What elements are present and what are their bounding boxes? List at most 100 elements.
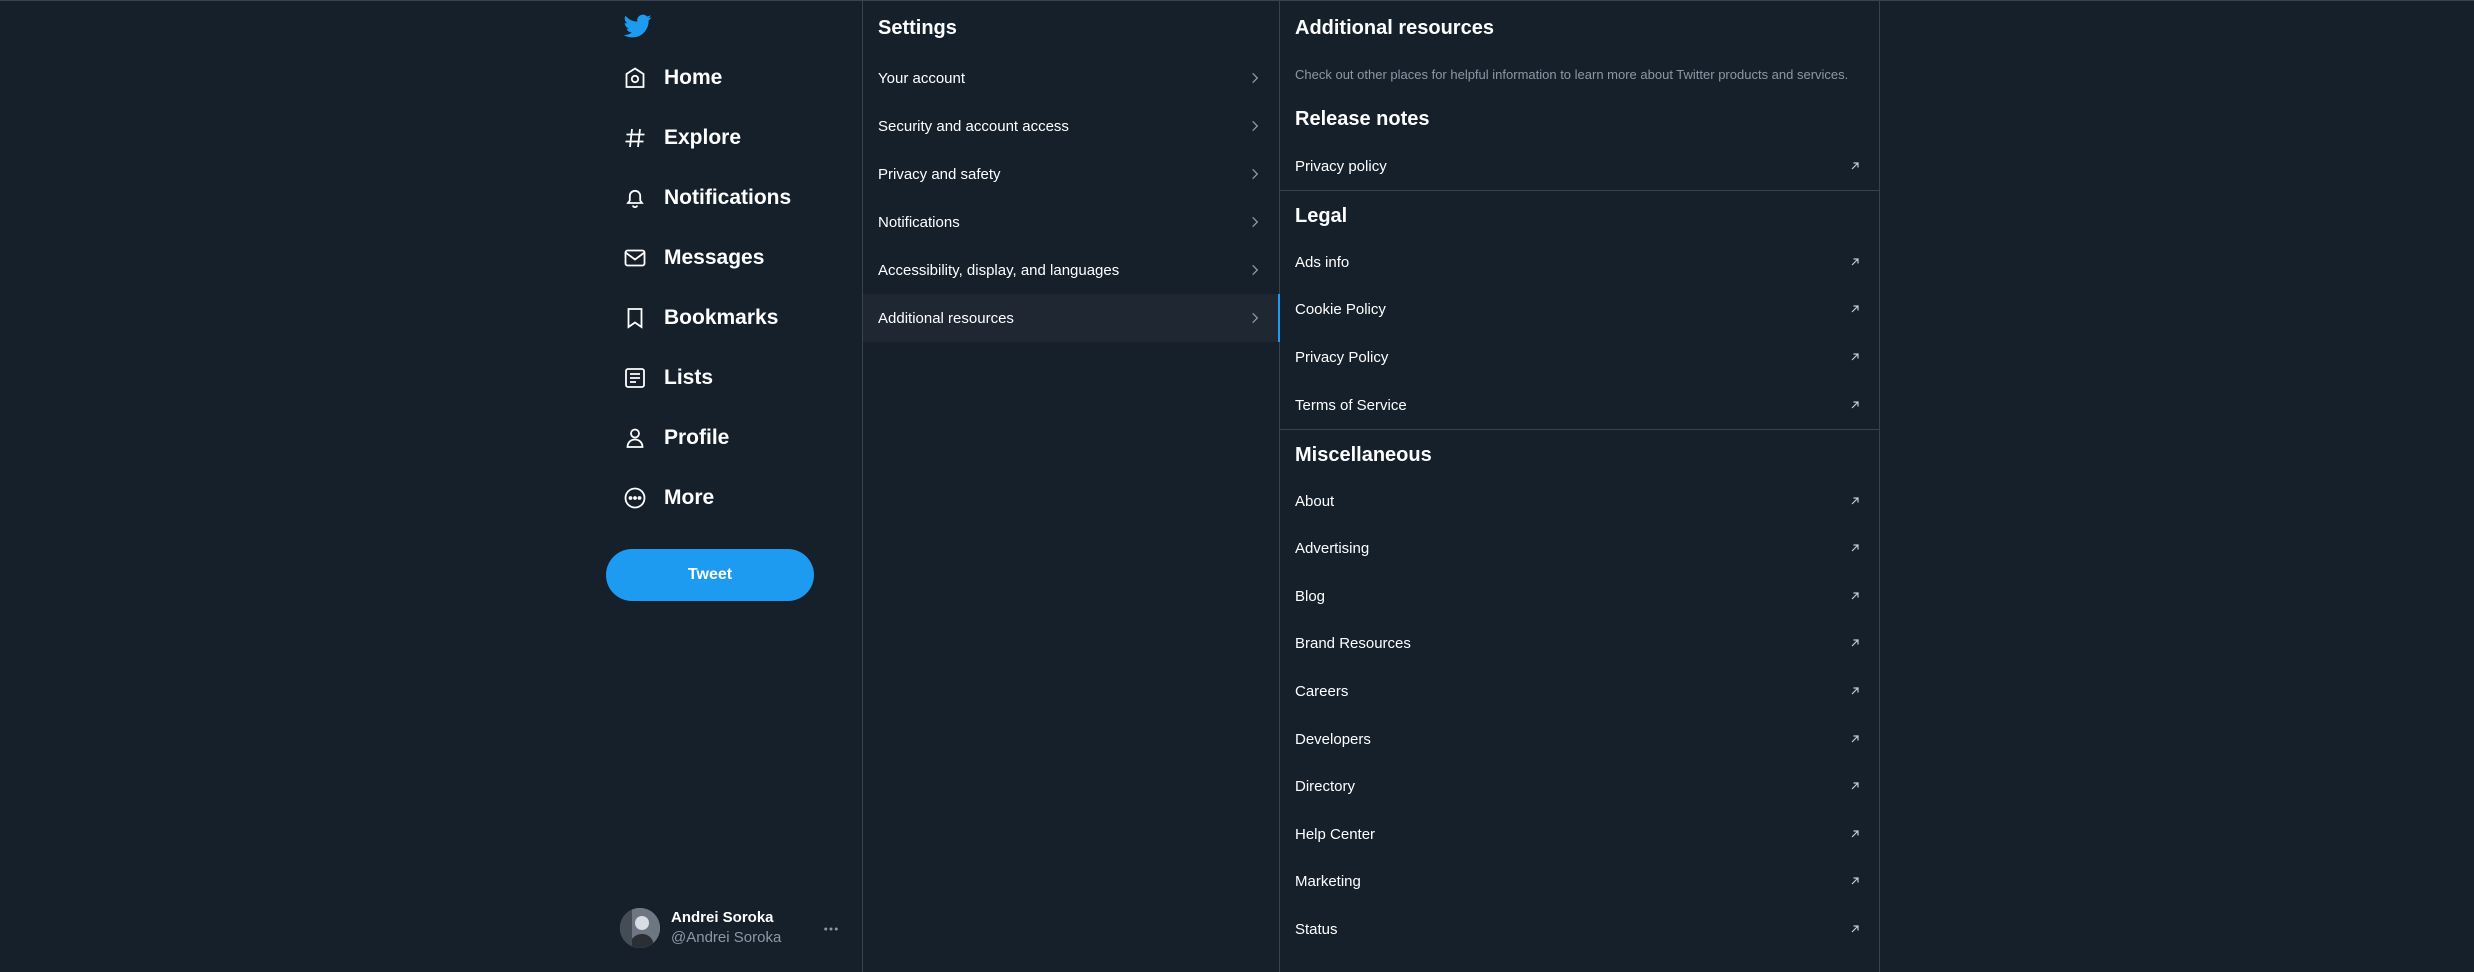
chevron-right-icon xyxy=(1246,69,1264,87)
nav-bookmarks[interactable]: Bookmarks xyxy=(622,296,778,340)
nav-lists[interactable]: Lists xyxy=(622,356,713,400)
list-icon xyxy=(622,365,648,391)
section-divider xyxy=(1279,190,1879,191)
nav-explore[interactable]: Explore xyxy=(622,116,741,160)
settings-list: Your account Security and account access… xyxy=(863,54,1280,342)
settings-item-additional-resources[interactable]: Additional resources xyxy=(863,294,1280,342)
external-link-icon xyxy=(1847,158,1863,174)
nav-label: Home xyxy=(664,66,723,89)
account-switcher[interactable]: Andrei Soroka @Andrei Soroka xyxy=(620,906,850,950)
external-link-icon xyxy=(1847,778,1863,794)
bookmark-icon xyxy=(622,305,648,331)
settings-title: Settings xyxy=(878,17,957,39)
settings-item-label: Notifications xyxy=(878,213,960,231)
mail-icon xyxy=(622,245,648,271)
link-cookie-policy[interactable]: Cookie Policy xyxy=(1279,286,1879,332)
nav-notifications[interactable]: Notifications xyxy=(622,176,791,220)
link-about[interactable]: About xyxy=(1279,478,1879,524)
link-privacy-policy-release[interactable]: Privacy policy xyxy=(1279,143,1879,189)
link-marketing[interactable]: Marketing xyxy=(1279,858,1879,904)
external-link-icon xyxy=(1847,635,1863,651)
external-link-icon xyxy=(1847,493,1863,509)
link-label: Terms of Service xyxy=(1295,396,1407,414)
resources-title: Additional resources xyxy=(1295,17,1494,39)
external-link-icon xyxy=(1847,826,1863,842)
settings-item-notifications[interactable]: Notifications xyxy=(863,198,1279,246)
external-link-icon xyxy=(1847,921,1863,937)
hashtag-icon xyxy=(622,125,648,151)
external-link-icon xyxy=(1847,540,1863,556)
link-careers[interactable]: Careers xyxy=(1279,668,1879,714)
nav-more[interactable]: More xyxy=(622,476,714,520)
section-divider xyxy=(1279,429,1879,430)
link-brand-resources[interactable]: Brand Resources xyxy=(1279,620,1879,666)
settings-item-label: Security and account access xyxy=(878,117,1069,135)
settings-column: Settings Your account Security and accou… xyxy=(862,1,1280,972)
home-icon xyxy=(622,65,648,91)
account-handle: @Andrei Soroka xyxy=(671,929,782,946)
tweet-button[interactable]: Tweet xyxy=(606,549,814,601)
settings-item-privacy[interactable]: Privacy and safety xyxy=(863,150,1279,198)
link-developers[interactable]: Developers xyxy=(1279,716,1879,762)
external-link-icon xyxy=(1847,873,1863,889)
chevron-right-icon xyxy=(1246,165,1264,183)
external-link-icon xyxy=(1847,588,1863,604)
section-heading-miscellaneous: Miscellaneous xyxy=(1295,444,1432,466)
link-label: Careers xyxy=(1295,682,1349,700)
settings-item-label: Privacy and safety xyxy=(878,165,1001,183)
twitter-logo-icon[interactable] xyxy=(622,12,658,42)
chevron-right-icon xyxy=(1246,261,1264,279)
nav-label: Explore xyxy=(664,126,742,149)
additional-resources-column: Additional resources Check out other pla… xyxy=(1279,1,1880,972)
settings-item-label: Accessibility, display, and languages xyxy=(878,261,1120,279)
link-status[interactable]: Status xyxy=(1279,906,1879,952)
link-label: Status xyxy=(1295,920,1338,938)
external-link-icon xyxy=(1847,349,1863,365)
avatar xyxy=(620,908,660,948)
settings-item-security[interactable]: Security and account access xyxy=(863,102,1279,150)
link-label: Marketing xyxy=(1295,872,1361,890)
link-label: About xyxy=(1295,492,1335,510)
link-label: Blog xyxy=(1295,587,1326,605)
link-ads-info[interactable]: Ads info xyxy=(1279,239,1879,285)
settings-item-your-account[interactable]: Your account xyxy=(863,54,1279,102)
link-privacy-policy[interactable]: Privacy Policy xyxy=(1279,334,1879,380)
link-label: Privacy policy xyxy=(1295,157,1387,175)
link-terms-of-service[interactable]: Terms of Service xyxy=(1279,382,1879,428)
settings-item-label: Additional resources xyxy=(878,309,1014,327)
account-info: Andrei Soroka @Andrei Soroka xyxy=(671,908,781,948)
link-label: Advertising xyxy=(1295,539,1370,557)
nav-label: More xyxy=(664,486,715,509)
nav-profile[interactable]: Profile xyxy=(622,416,729,460)
chevron-right-icon xyxy=(1246,309,1264,327)
link-label: Directory xyxy=(1295,777,1356,795)
link-label: Developers xyxy=(1295,730,1371,748)
external-link-icon xyxy=(1847,254,1863,270)
link-advertising[interactable]: Advertising xyxy=(1279,525,1879,571)
primary-nav: Home Explore Notifications Messages Book… xyxy=(600,0,862,972)
settings-item-accessibility[interactable]: Accessibility, display, and languages xyxy=(863,246,1279,294)
external-link-icon xyxy=(1847,301,1863,317)
section-heading-legal: Legal xyxy=(1295,205,1348,227)
settings-item-label: Your account xyxy=(878,69,966,87)
link-label: Help Center xyxy=(1295,825,1376,843)
person-icon xyxy=(622,425,648,451)
nav-label: Notifications xyxy=(664,186,792,209)
link-label: Brand Resources xyxy=(1295,634,1411,652)
link-help-center[interactable]: Help Center xyxy=(1279,811,1879,857)
more-horizontal-icon[interactable] xyxy=(820,918,842,940)
nav-home[interactable]: Home xyxy=(622,56,722,100)
nav-label: Messages xyxy=(664,246,765,269)
nav-label: Profile xyxy=(664,426,730,449)
external-link-icon xyxy=(1847,397,1863,413)
chevron-right-icon xyxy=(1246,213,1264,231)
more-circle-icon xyxy=(622,485,648,511)
link-directory[interactable]: Directory xyxy=(1279,763,1879,809)
nav-label: Lists xyxy=(664,366,714,389)
link-label: Cookie Policy xyxy=(1295,300,1386,318)
bell-icon xyxy=(622,185,648,211)
link-blog[interactable]: Blog xyxy=(1279,573,1879,619)
nav-messages[interactable]: Messages xyxy=(622,236,764,280)
account-name: Andrei Soroka xyxy=(671,909,774,926)
link-label: Ads info xyxy=(1295,253,1350,271)
